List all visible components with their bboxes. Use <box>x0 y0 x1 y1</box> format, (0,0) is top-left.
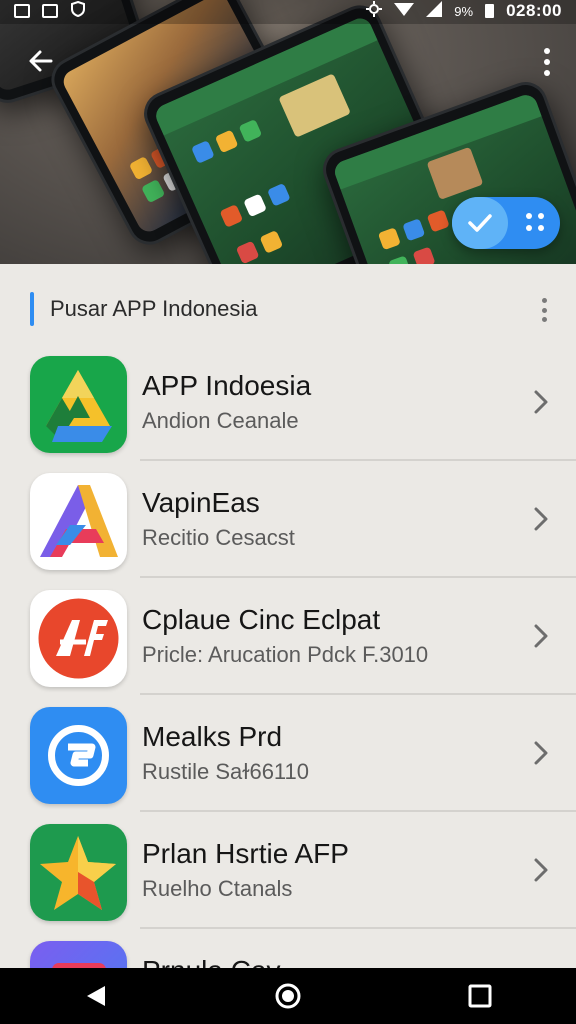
app-subtitle: Pricle: Arucation Pdck F.3010 <box>142 642 429 667</box>
nav-recents-button[interactable] <box>450 968 510 1024</box>
clock: 028:00 <box>506 1 562 20</box>
star-icon <box>30 824 127 921</box>
chevron-right-icon <box>534 390 548 414</box>
system-nav-bar <box>0 968 576 1024</box>
app-title: VapinEas <box>142 487 260 518</box>
app-screen: 9% 028:00 Pusar APP Indonesia APP Indoes… <box>0 0 576 1024</box>
check-button[interactable] <box>452 197 508 249</box>
app-list: APP Indoesia Andion Ceanale VapinEas Rec… <box>0 344 576 1024</box>
wifi-icon <box>394 1 415 21</box>
af-logo-icon <box>30 590 127 687</box>
drive-like-icon <box>30 356 127 453</box>
status-bar: 9% 028:00 <box>0 0 576 22</box>
app-title: Prlan Hsrtie AFP <box>142 838 349 869</box>
section-more-button[interactable] <box>538 298 550 322</box>
list-item[interactable]: Prlan Hsrtie AFP Ruelho Ctanals <box>0 812 576 929</box>
battery-percent: 9% <box>454 3 474 19</box>
section-header: Pusar APP Indonesia <box>0 280 576 338</box>
app-subtitle: Ruelho Ctanals <box>142 876 293 901</box>
chevron-right-icon <box>534 507 548 531</box>
arrow-left-icon <box>29 50 53 72</box>
section-accent-bar <box>30 292 34 326</box>
app-subtitle: Andion Ceanale <box>142 408 299 433</box>
chevron-right-icon <box>534 741 548 765</box>
grid-icon[interactable] <box>526 213 546 233</box>
image-notification-icon <box>14 4 30 18</box>
more-vertical-icon <box>541 298 547 303</box>
back-button[interactable] <box>20 40 62 82</box>
list-item[interactable]: Mealks Prd Rustile Saɫ66110 <box>0 695 576 812</box>
chevron-right-icon <box>534 858 548 882</box>
list-item[interactable]: VapinEas Recitio Cesacst <box>0 461 576 578</box>
nav-back-icon <box>87 986 105 1006</box>
check-icon <box>468 214 492 232</box>
nav-recents-icon <box>468 984 492 1008</box>
nav-home-button[interactable] <box>258 968 318 1024</box>
section-title: Pusar APP Indonesia <box>50 296 258 321</box>
nav-home-icon <box>275 983 301 1009</box>
app-subtitle: Rustile Saɫ66110 <box>142 759 310 784</box>
app-title: Cplaue Cinc Eclpat <box>142 604 381 635</box>
g-logo-icon <box>30 707 127 804</box>
chevron-right-icon <box>534 624 548 648</box>
list-item[interactable]: APP Indoesia Andion Ceanale <box>0 344 576 461</box>
signal-icon <box>426 1 443 21</box>
more-vertical-icon <box>544 48 550 54</box>
triangle-a-icon <box>30 473 127 570</box>
overflow-menu-button[interactable] <box>532 42 562 82</box>
message-notification-icon <box>42 4 58 18</box>
toggle-view-control[interactable] <box>452 197 560 249</box>
app-subtitle: Recitio Cesacst <box>142 525 295 550</box>
battery-icon <box>485 4 495 18</box>
app-title: APP Indoesia <box>142 370 312 401</box>
shield-notification-icon <box>70 0 86 21</box>
settings-icon <box>366 1 383 21</box>
nav-back-button[interactable] <box>66 968 126 1024</box>
list-item[interactable]: Cplaue Cinc Eclpat Pricle: Arucation Pdc… <box>0 578 576 695</box>
app-title: Mealks Prd <box>142 721 283 752</box>
